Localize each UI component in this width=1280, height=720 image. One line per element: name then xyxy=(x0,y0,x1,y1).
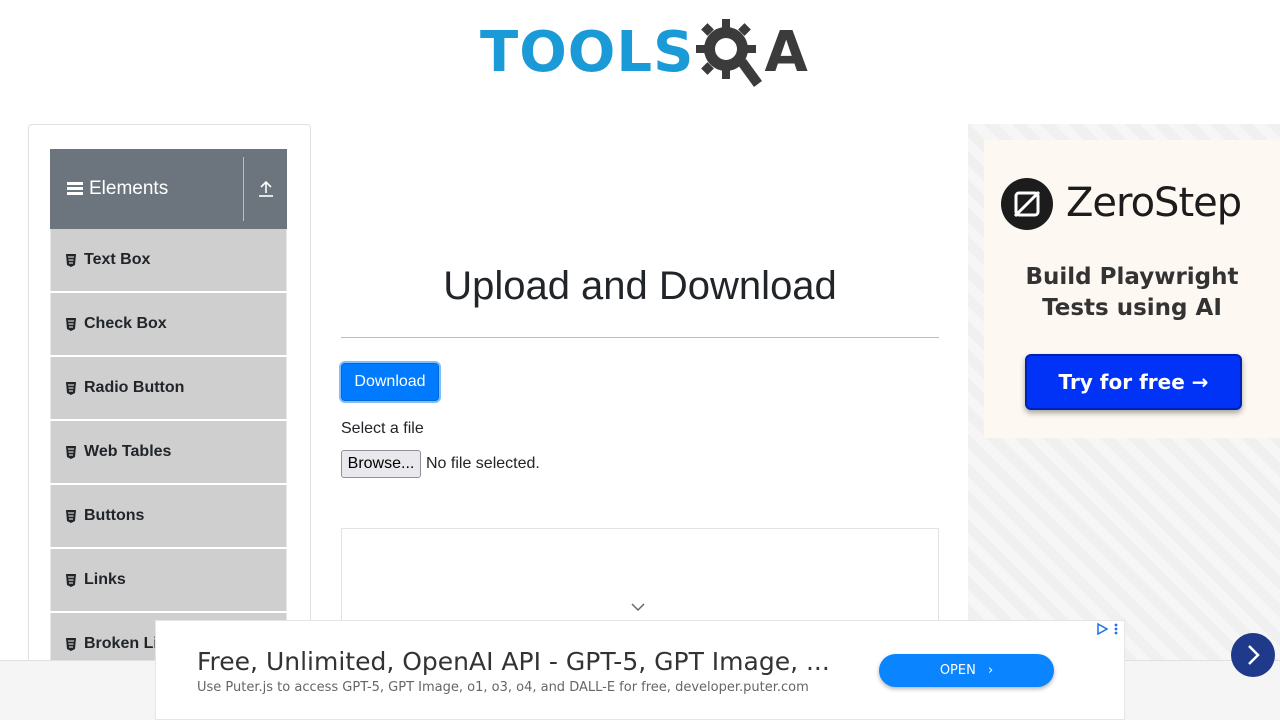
chevron-down-icon[interactable] xyxy=(630,601,646,613)
bottom-banner-ad[interactable]: Free, Unlimited, OpenAI API - GPT-5, GPT… xyxy=(155,620,1125,720)
more-options-icon[interactable] xyxy=(1114,623,1118,635)
sidebar-item-text-box[interactable]: Text Box xyxy=(50,229,287,291)
download-button[interactable]: Download xyxy=(341,363,439,401)
ad-headline[interactable]: Free, Unlimited, OpenAI API - GPT-5, GPT… xyxy=(197,647,830,676)
page: TOOLS A Elements Text Box Check Box Radi… xyxy=(0,0,1280,720)
sidebar-group-label: Elements xyxy=(89,178,169,199)
sidebar-item-label: Links xyxy=(84,571,126,588)
next-arrow-button[interactable] xyxy=(1231,633,1275,677)
sidebar-group-elements[interactable]: Elements xyxy=(50,149,287,229)
upload-arrow-icon xyxy=(258,180,273,197)
doc-icon xyxy=(66,509,76,523)
select-file-label: Select a file xyxy=(341,420,424,437)
chevron-right-icon xyxy=(1248,645,1260,665)
sidebar-group-toggle[interactable] xyxy=(244,157,287,221)
zerostep-brand: ZeroStep xyxy=(1066,180,1242,226)
sidebar-item-label: Web Tables xyxy=(84,443,172,460)
sidebar-item-links[interactable]: Links xyxy=(50,549,287,611)
doc-icon xyxy=(66,445,76,459)
sidebar-item-label: Buttons xyxy=(84,507,145,524)
tagline-line-1: Build Playwright xyxy=(1025,264,1239,290)
logo-tools-text: TOOLS xyxy=(480,20,695,85)
ad-description: Use Puter.js to access GPT-5, GPT Image,… xyxy=(197,680,809,695)
ad-open-label: OPEN xyxy=(939,663,976,678)
ad-placeholder-box xyxy=(341,528,939,628)
page-title: Upload and Download xyxy=(443,264,837,308)
zerostep-logo-icon xyxy=(1001,178,1053,230)
sidebar-item-label: Radio Button xyxy=(84,379,185,396)
tagline-line-2: Tests using AI xyxy=(1042,295,1222,321)
doc-icon xyxy=(66,253,76,267)
gear-magnifier-icon xyxy=(696,19,763,87)
logo-qa-text: A xyxy=(764,20,809,85)
doc-icon xyxy=(66,637,76,651)
sidebar-item-radio-button[interactable]: Radio Button xyxy=(50,357,287,419)
sidebar-menu: Text Box Check Box Radio Button Web Tabl… xyxy=(50,229,287,677)
file-status-text: No file selected. xyxy=(426,455,540,472)
site-logo[interactable]: TOOLS A xyxy=(480,14,809,92)
zerostep-ad-card[interactable]: ZeroStep Build Playwright Tests using AI… xyxy=(984,140,1280,438)
doc-icon xyxy=(66,381,76,395)
doc-icon xyxy=(66,573,76,587)
adchoices-icon[interactable] xyxy=(1095,622,1109,636)
sidebar-group-title[interactable]: Elements xyxy=(50,157,244,221)
doc-icon xyxy=(66,317,76,331)
sidebar-item-web-tables[interactable]: Web Tables xyxy=(50,421,287,483)
zerostep-tagline: Build Playwright Tests using AI xyxy=(984,262,1280,324)
try-for-free-button[interactable]: Try for free → xyxy=(1025,354,1242,410)
sidebar-item-check-box[interactable]: Check Box xyxy=(50,293,287,355)
browse-button[interactable]: Browse... xyxy=(341,450,421,478)
ad-open-button[interactable]: OPEN › xyxy=(879,654,1054,687)
title-divider xyxy=(341,337,939,338)
sidebar-item-buttons[interactable]: Buttons xyxy=(50,485,287,547)
hamburger-icon xyxy=(67,182,83,196)
sidebar-item-label: Check Box xyxy=(84,315,167,332)
chevron-right-icon: › xyxy=(987,663,994,678)
sidebar-ad[interactable]: ZeroStep Build Playwright Tests using AI… xyxy=(968,124,1280,660)
sidebar-item-label: Text Box xyxy=(84,251,151,268)
